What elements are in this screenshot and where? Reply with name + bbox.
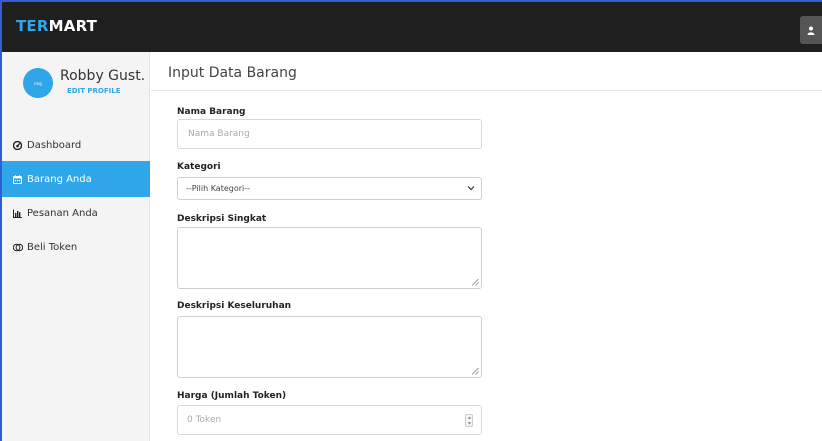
profile-name: Robby Gust...: [60, 68, 144, 84]
calendar-icon: [13, 174, 27, 184]
avatar-alt-text: img: [34, 80, 42, 86]
sidebar-item-label: Pesanan Anda: [27, 207, 98, 219]
profile-panel: img Robby Gust... EDIT PROFILE: [0, 52, 150, 114]
brand-logo[interactable]: TERMART: [16, 17, 97, 35]
chevron-down-icon: [467, 186, 475, 191]
user-icon: [807, 26, 815, 35]
brand-text-ter: TER: [16, 17, 49, 35]
deskripsi-keseluruhan-textarea[interactable]: [177, 316, 482, 378]
brand-text-mart: MART: [48, 17, 98, 35]
window-frame-left: [0, 0, 2, 441]
edit-profile-link[interactable]: EDIT PROFILE: [67, 87, 121, 95]
harga-label: Harga (Jumlah Token): [177, 391, 287, 401]
window-frame-top: [0, 0, 822, 2]
nama-barang-input[interactable]: [177, 119, 482, 149]
spinner-down-icon[interactable]: [467, 422, 472, 425]
sidebar: img Robby Gust... EDIT PROFILE Dashboard…: [0, 52, 150, 441]
number-spinner[interactable]: [465, 414, 473, 427]
sidebar-item-dashboard[interactable]: Dashboard: [0, 127, 150, 163]
harga-input[interactable]: 0 Token: [177, 405, 482, 435]
kategori-selected-value: --Pilih Kategori--: [186, 184, 251, 193]
page-title: Input Data Barang: [168, 65, 297, 81]
user-menu-button[interactable]: [800, 16, 822, 44]
kategori-select[interactable]: --Pilih Kategori--: [177, 177, 482, 200]
avatar: img: [23, 68, 53, 98]
dashboard-icon: [13, 140, 27, 150]
deskripsi-keseluruhan-label: Deskripsi Keseluruhan: [177, 301, 292, 311]
sidebar-item-label: Dashboard: [27, 139, 82, 151]
kategori-label: Kategori: [177, 162, 221, 172]
sidebar-item-label: Beli Token: [27, 241, 78, 253]
top-navbar: TERMART: [0, 0, 822, 52]
deskripsi-singkat-textarea[interactable]: [177, 227, 482, 289]
sidebar-item-barang-anda[interactable]: Barang Anda: [0, 161, 150, 197]
resize-grip-icon[interactable]: [471, 367, 479, 375]
spinner-up-icon[interactable]: [467, 416, 472, 419]
deskripsi-singkat-label: Deskripsi Singkat: [177, 214, 267, 224]
bar-chart-icon: [13, 209, 27, 218]
harga-placeholder: 0 Token: [187, 415, 222, 425]
sidebar-item-beli-token[interactable]: Beli Token: [0, 229, 150, 265]
token-icon: [13, 243, 27, 252]
main-content: Input Data Barang Nama Barang Kategori -…: [151, 52, 822, 441]
sidebar-item-pesanan-anda[interactable]: Pesanan Anda: [0, 195, 150, 231]
nama-barang-label: Nama Barang: [177, 107, 246, 117]
title-divider: [151, 90, 822, 91]
resize-grip-icon[interactable]: [471, 278, 479, 286]
sidebar-item-label: Barang Anda: [27, 173, 92, 185]
